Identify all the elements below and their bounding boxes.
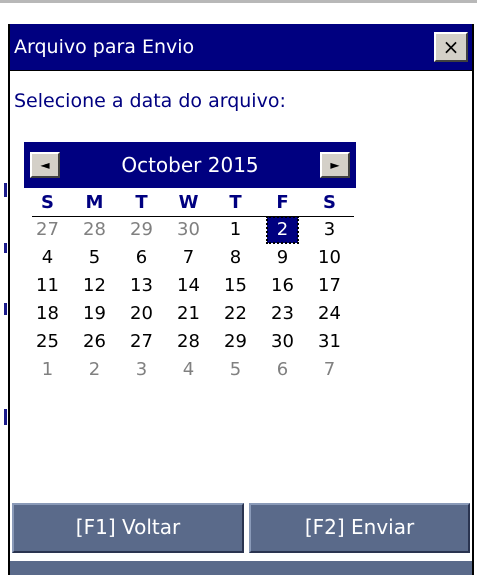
calendar-day[interactable]: 26 [71, 329, 118, 355]
weekday-monday: M [85, 192, 104, 213]
calendar-day[interactable]: 6 [259, 357, 306, 383]
weekday-wednesday: W [178, 192, 199, 213]
calendar-day[interactable]: 28 [165, 329, 212, 355]
calendar-day[interactable]: 25 [24, 329, 71, 355]
calendar-week: 4 5 6 7 8 9 10 [24, 245, 356, 273]
calendar-day[interactable]: 30 [259, 329, 306, 355]
month-year-label[interactable]: October 2015 [60, 153, 320, 177]
weekday-tuesday: T [135, 192, 148, 213]
calendar-week: 27 28 29 30 1 2 3 [24, 216, 356, 245]
calendar-day[interactable]: 31 [306, 329, 353, 355]
calendar-day[interactable]: 8 [212, 245, 259, 271]
calendar-day[interactable]: 6 [118, 245, 165, 271]
calendar-day[interactable]: 15 [212, 273, 259, 299]
calendar-day[interactable]: 9 [259, 245, 306, 271]
calendar-day[interactable]: 29 [212, 329, 259, 355]
dialog-button-bar: [F1] Voltar [F2] Enviar [10, 503, 472, 557]
calendar-day[interactable]: 10 [306, 245, 353, 271]
calendar-day[interactable]: 28 [71, 217, 118, 243]
back-button[interactable]: [F1] Voltar [12, 503, 244, 553]
file-date-dialog: Arquivo para Envio × Selecione a data do… [8, 24, 474, 575]
calendar-week: 18 19 20 21 22 23 24 [24, 301, 356, 329]
calendar-day[interactable]: 22 [212, 301, 259, 327]
calendar-day[interactable]: 4 [24, 245, 71, 271]
calendar-day[interactable]: 30 [165, 217, 212, 243]
weekday-saturday: S [323, 192, 336, 213]
calendar-day[interactable]: 24 [306, 301, 353, 327]
calendar-day[interactable]: 4 [165, 357, 212, 383]
calendar-day[interactable]: 17 [306, 273, 353, 299]
date-prompt: Selecione a data do arquivo: [14, 90, 286, 112]
calendar-day[interactable]: 27 [24, 217, 71, 243]
calendar-day[interactable]: 1 [24, 357, 71, 383]
calendar-day[interactable]: 20 [118, 301, 165, 327]
window-top-border [0, 0, 477, 3]
weekday-sunday: S [41, 192, 54, 213]
calendar-day[interactable]: 13 [118, 273, 165, 299]
calendar-header: ◄ October 2015 ► [24, 142, 356, 188]
calendar-day[interactable]: 16 [259, 273, 306, 299]
calendar-day[interactable]: 12 [71, 273, 118, 299]
calendar-day[interactable]: 7 [165, 245, 212, 271]
calendar-day[interactable]: 5 [212, 357, 259, 383]
calendar-day[interactable]: 1 [212, 217, 259, 243]
calendar-day[interactable]: 29 [118, 217, 165, 243]
weekday-friday: F [276, 192, 289, 213]
arrow-left-icon: ◄ [40, 158, 50, 172]
calendar-day[interactable]: 7 [306, 357, 353, 383]
weekday-thursday: T [229, 192, 242, 213]
calendar-day[interactable]: 5 [71, 245, 118, 271]
calendar-day[interactable]: 19 [71, 301, 118, 327]
calendar-day[interactable]: 18 [24, 301, 71, 327]
calendar-week: 11 12 13 14 15 16 17 [24, 273, 356, 301]
calendar-week: 25 26 27 28 29 30 31 [24, 329, 356, 357]
calendar-day[interactable]: 23 [259, 301, 306, 327]
calendar-day[interactable]: 21 [165, 301, 212, 327]
calendar-day[interactable]: 27 [118, 329, 165, 355]
dialog-titlebar: Arquivo para Envio × [10, 24, 472, 71]
weekday-header-row: S M T W T F S [24, 191, 356, 217]
dialog-title: Arquivo para Envio [14, 36, 195, 58]
previous-month-button[interactable]: ◄ [30, 152, 60, 178]
calendar-week: 1 2 3 4 5 6 7 [24, 357, 356, 385]
month-calendar: ◄ October 2015 ► S M T W T F S 27 28 29 … [24, 142, 356, 385]
calendar-day[interactable]: 3 [118, 357, 165, 383]
calendar-day[interactable]: 2 [71, 357, 118, 383]
bottom-bar [10, 561, 472, 575]
calendar-day[interactable]: 11 [24, 273, 71, 299]
close-button[interactable]: × [434, 32, 468, 62]
calendar-day-selected[interactable]: 2 [266, 216, 299, 244]
close-icon: × [442, 35, 460, 59]
calendar-day[interactable]: 14 [165, 273, 212, 299]
calendar-day[interactable]: 3 [306, 217, 353, 243]
send-button[interactable]: [F2] Enviar [249, 503, 470, 553]
next-month-button[interactable]: ► [320, 152, 350, 178]
arrow-right-icon: ► [330, 158, 340, 172]
